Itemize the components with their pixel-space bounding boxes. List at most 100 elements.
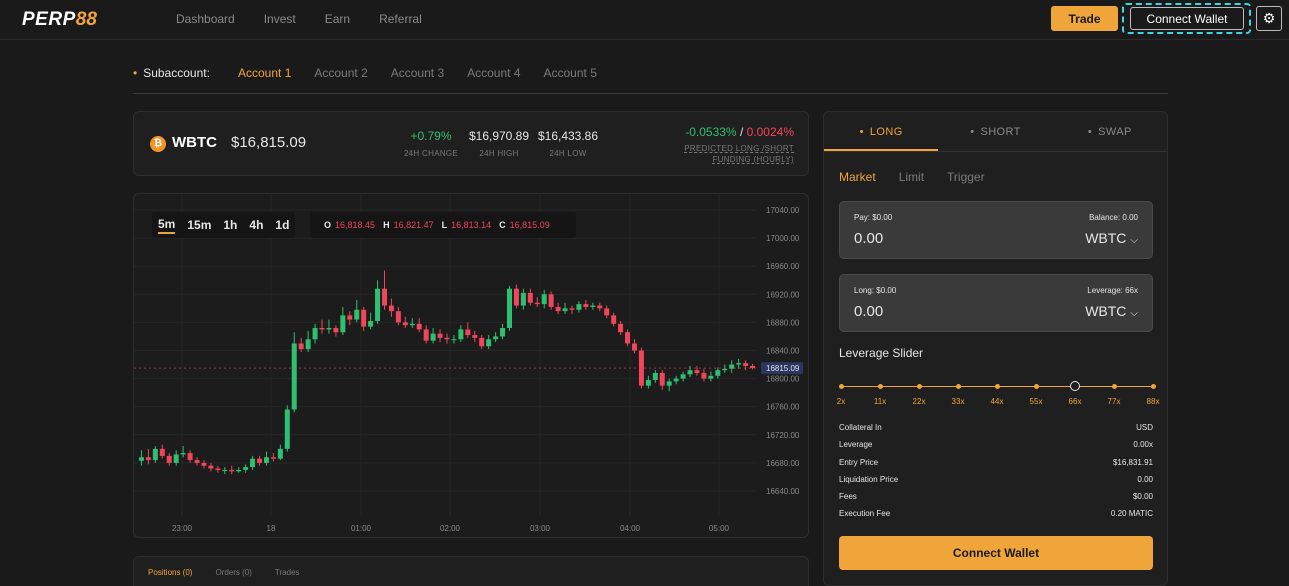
x-tick-label: 04:00 — [620, 524, 641, 533]
market-price: $16,815.09 — [231, 134, 307, 151]
candle-body — [333, 328, 339, 333]
tab-orders[interactable]: Orders (0) — [215, 568, 251, 577]
change-value: +0.79% — [410, 129, 452, 143]
leverage-label: Leverage: 66x — [1087, 286, 1138, 295]
price-chart[interactable]: 17040.00 17000.00 16960.00 16920.00 16880.00… — [133, 193, 809, 538]
candle-body — [263, 457, 269, 463]
y-tick-label: 16680.00 — [766, 459, 800, 468]
market-symbol[interactable]: WBTC — [172, 134, 217, 151]
slider-tick[interactable] — [916, 384, 922, 389]
connect-wallet-main-button[interactable]: Connect Wallet — [839, 536, 1153, 570]
tab-account-3[interactable]: Account 3 — [391, 66, 444, 80]
pay-amount-input[interactable]: 0.00 — [854, 230, 883, 247]
slider-tick[interactable] — [877, 384, 883, 389]
change-label: 24H CHANGE — [403, 149, 459, 158]
tab-account-2[interactable]: Account 2 — [314, 66, 367, 80]
slider-knob[interactable] — [1070, 381, 1080, 391]
funding-long: -0.0533% — [685, 125, 737, 139]
x-tick-label: 23:00 — [172, 524, 193, 533]
low-value: $16,433.86 — [537, 129, 599, 143]
long-token-select[interactable]: WBTC ⌵ — [1085, 303, 1138, 319]
candle-body — [694, 370, 700, 373]
current-price-label: 16815.09 — [766, 364, 800, 373]
pay-token-select[interactable]: WBTC ⌵ — [1085, 230, 1138, 246]
bullet-icon: • — [970, 126, 975, 138]
slider-tick[interactable] — [994, 384, 1000, 389]
detail-label: Leverage — [839, 440, 873, 450]
detail-row: Entry Price $16,831.91 — [839, 458, 1153, 475]
timeframe-5m[interactable]: 5m — [158, 217, 176, 234]
leverage-slider[interactable]: 2x 11x 22x 33x 44x 55x 66x 77x 88x — [837, 380, 1159, 408]
timeframe-1d[interactable]: 1d — [275, 218, 289, 232]
long-amount-input[interactable]: 0.00 — [854, 303, 883, 320]
chevron-down-icon: ⌵ — [1130, 235, 1138, 246]
slider-tick[interactable] — [1033, 384, 1039, 389]
nav-invest[interactable]: Invest — [264, 12, 296, 26]
nav-dashboard[interactable]: Dashboard — [176, 12, 235, 26]
candle-body — [166, 455, 172, 463]
long-token-label: WBTC — [1085, 303, 1127, 319]
nav-earn[interactable]: Earn — [325, 12, 350, 26]
candle-body — [534, 302, 540, 305]
candle-body — [569, 308, 575, 310]
positions-tabs: Positions (0) Orders (0) Trades — [148, 568, 300, 577]
tab-account-5[interactable]: Account 5 — [544, 66, 597, 80]
long-input-box[interactable]: Long: $0.00 Leverage: 66x 0.00 WBTC ⌵ — [839, 274, 1153, 332]
stat-24h-high: $16,970.89 24H HIGH — [466, 129, 532, 158]
candle-body — [541, 294, 547, 305]
candle-body — [361, 309, 367, 327]
candle-body — [444, 337, 450, 340]
slider-tick[interactable] — [1111, 384, 1117, 389]
timeframe-1h[interactable]: 1h — [223, 218, 237, 232]
candle-body — [416, 323, 422, 330]
funding-separator: / — [736, 125, 747, 139]
balance-label: Balance: 0.00 — [1089, 213, 1138, 222]
tab-short[interactable]: • SHORT — [938, 112, 1052, 151]
pay-token-label: WBTC — [1085, 230, 1127, 246]
candle-body — [243, 467, 249, 470]
candle-body — [347, 315, 353, 320]
tab-trades[interactable]: Trades — [275, 568, 300, 577]
trade-button[interactable]: Trade — [1051, 6, 1118, 31]
candle-body — [604, 308, 610, 316]
candle-body — [305, 339, 311, 350]
slider-tick[interactable] — [955, 384, 961, 389]
tab-account-4[interactable]: Account 4 — [467, 66, 520, 80]
ohlc-legend: O 16,818.45 H 16,821.47 L 16,813.14 C 16,815… — [310, 212, 576, 238]
order-type-trigger[interactable]: Trigger — [947, 170, 985, 184]
candle-body — [375, 288, 381, 321]
candle-body — [437, 333, 443, 338]
order-type-market[interactable]: Market — [839, 170, 876, 184]
nav-referral[interactable]: Referral — [379, 12, 422, 26]
timeframe-4h[interactable]: 4h — [249, 218, 263, 232]
tab-account-1[interactable]: Account 1 — [238, 66, 291, 80]
pay-input-box[interactable]: Pay: $0.00 Balance: 0.00 0.00 WBTC ⌵ — [839, 201, 1153, 259]
order-type-limit[interactable]: Limit — [899, 170, 924, 184]
ticker-card: ₿ WBTC $16,815.09 +0.79% 24H CHANGE $16,… — [133, 111, 809, 176]
slider-tick[interactable] — [838, 384, 844, 389]
timeframe-15m[interactable]: 15m — [187, 218, 211, 232]
candle-body — [208, 465, 214, 469]
detail-label: Execution Fee — [839, 509, 891, 519]
tab-swap[interactable]: • SWAP — [1053, 112, 1167, 151]
tab-positions[interactable]: Positions (0) — [148, 568, 192, 577]
candle-body — [659, 372, 665, 386]
slider-tick[interactable] — [1150, 384, 1156, 389]
candle-body — [215, 468, 221, 470]
tab-long[interactable]: • LONG — [824, 112, 939, 151]
y-tick-label: 16920.00 — [766, 290, 800, 299]
candle-body — [562, 308, 568, 312]
connect-wallet-button[interactable]: Connect Wallet — [1130, 7, 1244, 30]
tab-swap-label: SWAP — [1098, 126, 1132, 138]
settings-button[interactable]: ⚙ — [1256, 6, 1282, 31]
timeframe-selector: 5m 15m 1h 4h 1d — [152, 212, 296, 238]
candle-body — [250, 458, 256, 468]
candle-body — [583, 304, 589, 307]
candle-body — [145, 457, 151, 461]
funding-label-line-1: PREDICTED LONG /SHORT — [684, 144, 794, 153]
detail-label: Entry Price — [839, 457, 879, 467]
y-tick-label: 16840.00 — [766, 347, 800, 356]
detail-value: $0.00 — [1132, 492, 1153, 502]
logo[interactable]: PERP 88 — [22, 6, 97, 34]
funding-label-line-2: FUNDING (HOURLY) — [712, 155, 794, 164]
